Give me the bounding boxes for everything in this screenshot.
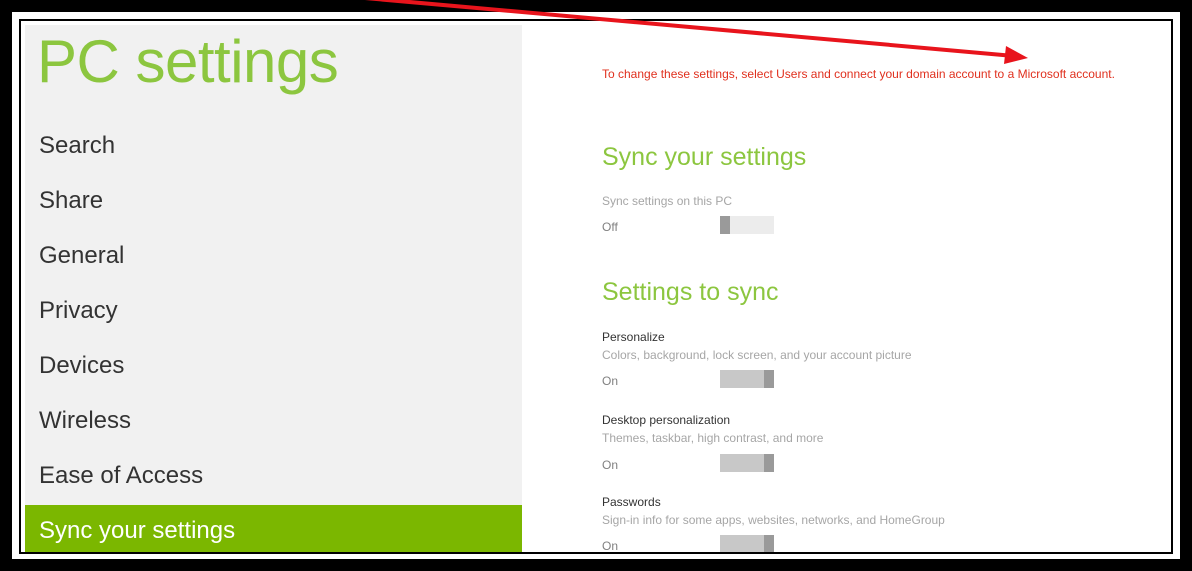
desktop-personalization-title: Desktop personalization (602, 413, 731, 427)
sync-section-heading: Sync your settings (602, 143, 807, 171)
personalize-state-label: On (602, 374, 619, 388)
sidebar-item-ease-of-access[interactable]: Ease of Access (25, 450, 522, 502)
sidebar-item-devices[interactable]: Devices (25, 340, 522, 392)
sidebar-item-general[interactable]: General (25, 230, 522, 282)
main-content: To change these settings, select Users a… (522, 25, 1171, 552)
app-title: PC settings (37, 28, 339, 95)
sync-state-label: Off (602, 220, 618, 234)
sidebar-item-privacy[interactable]: Privacy (25, 285, 522, 337)
toggle-fill (720, 370, 764, 388)
sidebar-item-sync-your-settings[interactable]: Sync your settings (25, 505, 522, 552)
toggle-fill (720, 535, 764, 552)
passwords-description: Sign-in info for some apps, websites, ne… (602, 513, 945, 527)
passwords-title: Passwords (602, 495, 661, 509)
passwords-state-label: On (602, 539, 619, 552)
desktop-personalization-toggle[interactable] (720, 454, 774, 472)
personalize-toggle[interactable] (720, 370, 774, 388)
settings-to-sync-heading: Settings to sync (602, 278, 779, 306)
toggle-thumb (764, 370, 774, 388)
domain-account-notice: To change these settings, select Users a… (602, 67, 1115, 81)
inner-border: PC settings Search Share General Privacy… (19, 19, 1173, 554)
personalize-description: Colors, background, lock screen, and you… (602, 348, 912, 362)
toggle-fill (720, 454, 764, 472)
desktop-personalization-description: Themes, taskbar, high contrast, and more (602, 431, 824, 445)
sidebar: PC settings Search Share General Privacy… (25, 25, 522, 552)
toggle-thumb (764, 535, 774, 552)
pc-settings-window: PC settings Search Share General Privacy… (25, 25, 1171, 552)
desktop-personalization-state-label: On (602, 458, 619, 472)
sidebar-item-wireless[interactable]: Wireless (25, 395, 522, 447)
toggle-thumb (764, 454, 774, 472)
personalize-title: Personalize (602, 330, 665, 344)
toggle-thumb (720, 216, 730, 234)
passwords-toggle[interactable] (720, 535, 774, 552)
sync-setting-label: Sync settings on this PC (602, 194, 733, 208)
sidebar-item-share[interactable]: Share (25, 175, 522, 227)
sidebar-item-search[interactable]: Search (25, 120, 522, 172)
sync-settings-toggle[interactable] (720, 216, 774, 234)
